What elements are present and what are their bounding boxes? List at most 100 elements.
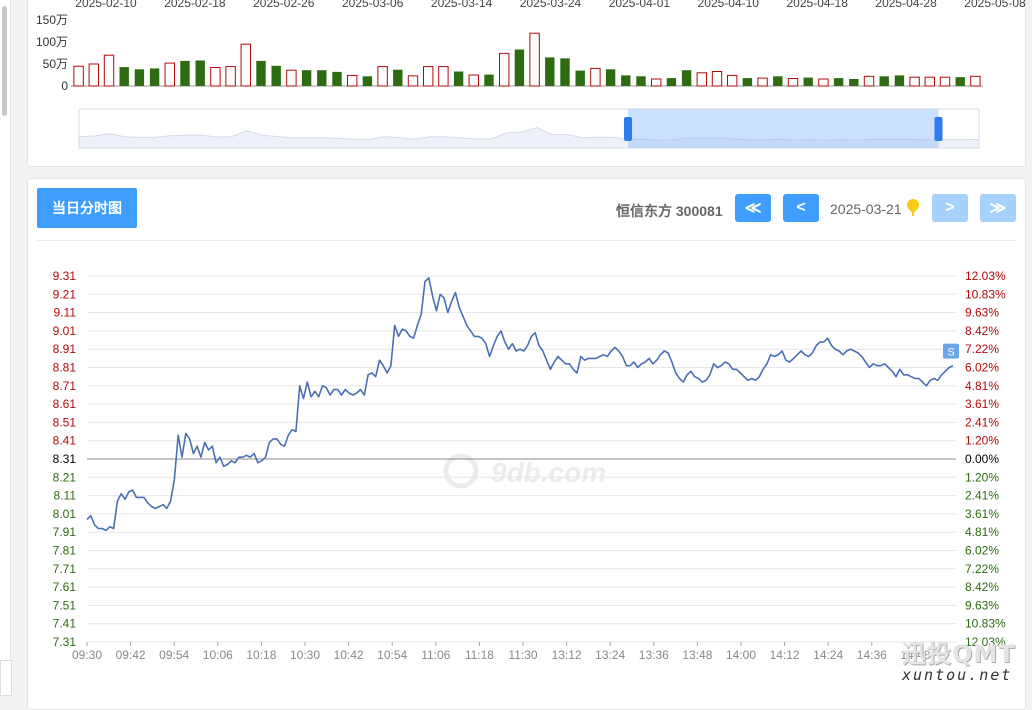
scrollbar-thumb[interactable] (2, 6, 7, 116)
volume-bar (407, 75, 419, 87)
price-tick: 9.11 (54, 306, 77, 320)
percent-tick: 0.00% (965, 452, 999, 466)
volume-bar (225, 66, 236, 87)
price-tick: 8.71 (53, 379, 77, 393)
volume-bar (514, 49, 525, 86)
volume-bar (149, 68, 160, 86)
price-axis-labels: 9.31 9.21 9.11 9.01 8.91 8.81 8.71 8.61 8.51 8.41… (53, 269, 77, 649)
volume-bar (332, 71, 342, 86)
price-tick: 7.81 (53, 544, 77, 558)
price-tick: 8.61 (53, 397, 77, 411)
volume-bar (651, 78, 662, 87)
percent-tick: 10.83% (965, 287, 1006, 301)
percent-tick: 7.22% (965, 342, 999, 356)
volume-bar (88, 63, 99, 87)
volume-y-tick: 150万 (36, 13, 68, 27)
price-tick: 7.71 (53, 562, 77, 576)
volume-bar (529, 32, 540, 87)
slider-handle-left[interactable] (624, 117, 632, 141)
volume-bar (849, 79, 859, 86)
slider-handle-right[interactable] (934, 117, 943, 141)
percent-tick: 2.41% (965, 489, 999, 503)
volume-bar (879, 76, 889, 86)
volume-bar (271, 65, 281, 86)
price-tick: 8.01 (53, 507, 77, 521)
volume-bar (195, 60, 205, 86)
volume-bar (499, 52, 510, 87)
price-tick: 8.81 (53, 361, 77, 375)
volume-bar (696, 72, 707, 87)
volume-x-tick: 2025-02-18 (164, 0, 226, 10)
percent-tick: 12.03% (965, 269, 1006, 283)
time-tick: 09:42 (116, 648, 146, 662)
volume-bar (711, 71, 723, 87)
time-tick: 10:18 (246, 648, 276, 662)
time-tick: 10:42 (334, 648, 364, 662)
center-watermark: 9db.com (443, 453, 606, 489)
volume-bar (818, 78, 829, 87)
volume-x-tick: 2025-04-10 (698, 0, 760, 10)
price-tick: 7.61 (53, 580, 77, 594)
volume-bar (347, 74, 358, 87)
volume-bar (256, 60, 266, 86)
price-tick: 8.31 (53, 452, 77, 466)
price-tick: 7.41 (53, 617, 77, 631)
volume-x-tick: 2025-03-14 (431, 0, 493, 10)
volume-x-tick: 2025-03-24 (520, 0, 582, 10)
volume-bar (803, 77, 813, 86)
price-tick: 9.01 (53, 324, 77, 338)
percent-tick: 2.41% (965, 415, 999, 429)
volume-bar (73, 65, 84, 87)
volume-bar (180, 60, 190, 86)
volume-bar (240, 43, 252, 87)
volume-x-ticks: 2025-02-10 2025-02-18 2025-02-26 2025-03-06… (75, 0, 1026, 10)
volume-bar (210, 67, 221, 87)
volume-x-tick: 2025-04-01 (609, 0, 671, 10)
percent-tick: 1.20% (965, 434, 999, 448)
volume-bar (453, 71, 464, 86)
time-tick: 09:30 (72, 648, 102, 662)
percent-tick: 9.63% (965, 598, 999, 612)
watermark-logo-icon (443, 453, 479, 489)
price-tick: 8.91 (53, 342, 77, 356)
volume-bar (393, 69, 403, 86)
sell-marker-label: S (947, 347, 954, 359)
percent-axis-labels: 12.03% 10.83% 9.63% 8.42% 7.22% 6.02% 4.81% 3.6… (965, 269, 1006, 649)
percent-tick: 3.61% (965, 397, 999, 411)
time-tick: 09:54 (159, 648, 189, 662)
volume-y-tick: 0 (61, 79, 68, 93)
time-tick: 13:12 (552, 648, 582, 662)
page-scrollbar[interactable] (0, 0, 11, 694)
volume-panel: 2025-02-10 2025-02-18 2025-02-26 2025-03-06… (27, 0, 1026, 167)
volume-bar (863, 75, 875, 87)
price-tick: 8.21 (53, 470, 77, 484)
percent-tick: 4.81% (965, 525, 999, 539)
watermark-text: 9db.com (491, 457, 606, 488)
volume-bar (438, 66, 449, 87)
volume-bar (423, 66, 434, 87)
time-tick: 14:36 (857, 648, 887, 662)
volume-bar (636, 76, 646, 86)
time-tick: 11:30 (508, 648, 537, 662)
volume-bar (317, 70, 327, 86)
intraday-panel: 当日分时图 恒信东方 300081 ≪ < 2025-03-21 > ≫ 9db… (27, 178, 1026, 710)
volume-bars (73, 32, 981, 87)
range-slider[interactable] (78, 108, 980, 149)
volume-bar (787, 78, 799, 87)
percent-tick: 8.42% (965, 580, 999, 594)
brand-url: xuntou.net (902, 666, 1013, 684)
price-tick: 7.31 (53, 635, 77, 649)
volume-bar (134, 69, 145, 86)
volume-bar (286, 69, 297, 87)
volume-bar (362, 76, 373, 86)
time-axis-labels: 09:30 09:42 09:54 10:06 10:18 10:30 10:42 10:54… (72, 642, 931, 662)
volume-bar (939, 76, 951, 87)
volume-bar (909, 76, 920, 87)
volume-x-tick: 2025-04-28 (875, 0, 937, 10)
volume-bar (590, 67, 601, 87)
time-tick: 13:24 (595, 648, 625, 662)
volume-x-tick: 2025-02-26 (253, 0, 315, 10)
volume-bar (301, 70, 312, 86)
slider-selection[interactable] (628, 109, 939, 148)
percent-tick: 1.20% (965, 470, 999, 484)
